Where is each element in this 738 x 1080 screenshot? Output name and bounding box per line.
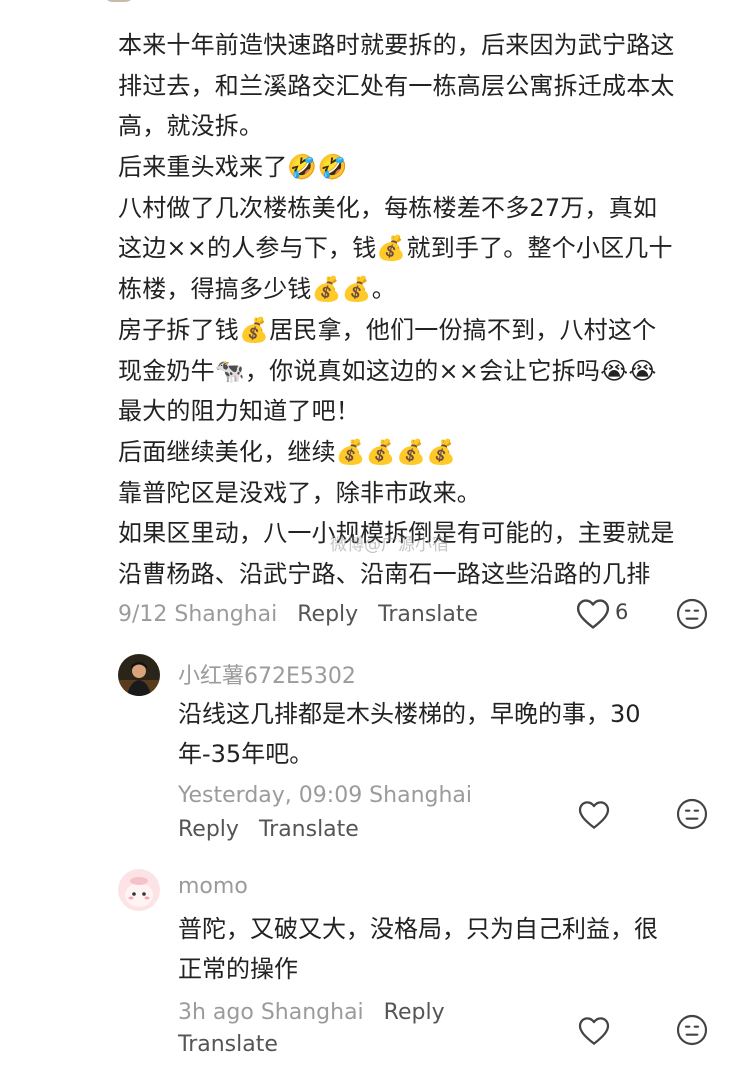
heart-outline-icon[interactable] [578,800,610,830]
neutral-face-icon[interactable] [676,798,708,830]
top-avatar-partial [103,0,135,2]
translate-button[interactable]: Translate [259,817,359,842]
comment-line: 现金奶牛🐄，你说真如这边的××会让它拆吗😭😭 [118,356,657,385]
reply-body: 普陀，又破又大，没格局，只为自己利益，很 正常的操作 [178,909,658,989]
comment-line: 八村做了几次楼栋美化，每栋楼差不多27万，真如 [118,193,658,222]
comment-line: 这边××的人参与下，钱💰就到手了。整个小区几十 [118,234,673,263]
comment-line: 后来重头戏来了🤣🤣 [118,153,348,182]
main-comment: 本来十年前造快速路时就要拆的，后来因为武宁路这 排过去，和兰溪路交汇处有一栋高层… [118,25,718,595]
comment-line: 本来十年前造快速路时就要拆的，后来因为武宁路这 [118,31,675,59]
user-avatar[interactable] [118,654,160,696]
reply-button[interactable]: Reply [297,602,358,627]
reply-date: Yesterday, 09:09 Shanghai [178,783,473,808]
comment-line: 靠普陀区是没戏了，除非市政来。 [118,478,481,507]
reply-username[interactable]: momo [178,874,248,899]
comment-line: 排过去，和兰溪路交汇处有一栋高层公寓拆迁成本太 [118,71,675,100]
watermark: 微博@广源小宿 [330,535,449,555]
reply-body: 沿线这几排都是木头楼梯的，早晚的事，30 年-35年吧。 [178,694,641,774]
comment-date: 9/12 Shanghai [118,601,278,627]
reply-button[interactable]: Reply [178,817,239,842]
comment-line: 栋楼，得搞多少钱💰💰。 [118,275,396,304]
neutral-face-icon[interactable] [676,1014,708,1046]
user-avatar[interactable] [118,869,160,911]
reply-actions: Translate [178,1028,278,1060]
comment-line: 高，就没拆。 [118,112,264,141]
reply-date: 3h ago Shanghai [178,999,364,1025]
like-count: 6 [615,600,629,624]
reply-line: 沿线这几排都是木头楼梯的，早晚的事，30 [178,700,641,728]
reply-line: 正常的操作 [178,955,298,983]
comment-line: 房子拆了钱💰居民拿，他们一份搞不到，八村这个 [118,315,657,344]
reply-username[interactable]: 小红薯672E5302 [178,658,356,690]
reply-actions: Reply Translate [178,813,359,845]
comment-line: 后面继续美化，继续💰💰💰💰 [118,437,457,466]
reply-line: 普陀，又破又大，没格局，只为自己利益，很 [178,915,658,943]
reply-line: 年-35年吧。 [178,740,314,768]
comment-line: 沿曹杨路、沿武宁路、沿南石一路这些沿路的几排 [118,559,651,588]
translate-button[interactable]: Translate [178,1032,278,1057]
neutral-face-icon[interactable] [676,598,708,630]
reply-meta: 3h ago Shanghai Reply [178,996,445,1028]
translate-button[interactable]: Translate [378,602,478,627]
heart-outline-icon[interactable] [576,598,610,630]
heart-outline-icon[interactable] [578,1016,610,1046]
comment-line: 最大的阻力知道了吧！ [118,397,360,426]
reply-button[interactable]: Reply [384,1000,445,1025]
comment-meta: 9/12 Shanghai Reply Translate [118,598,478,630]
